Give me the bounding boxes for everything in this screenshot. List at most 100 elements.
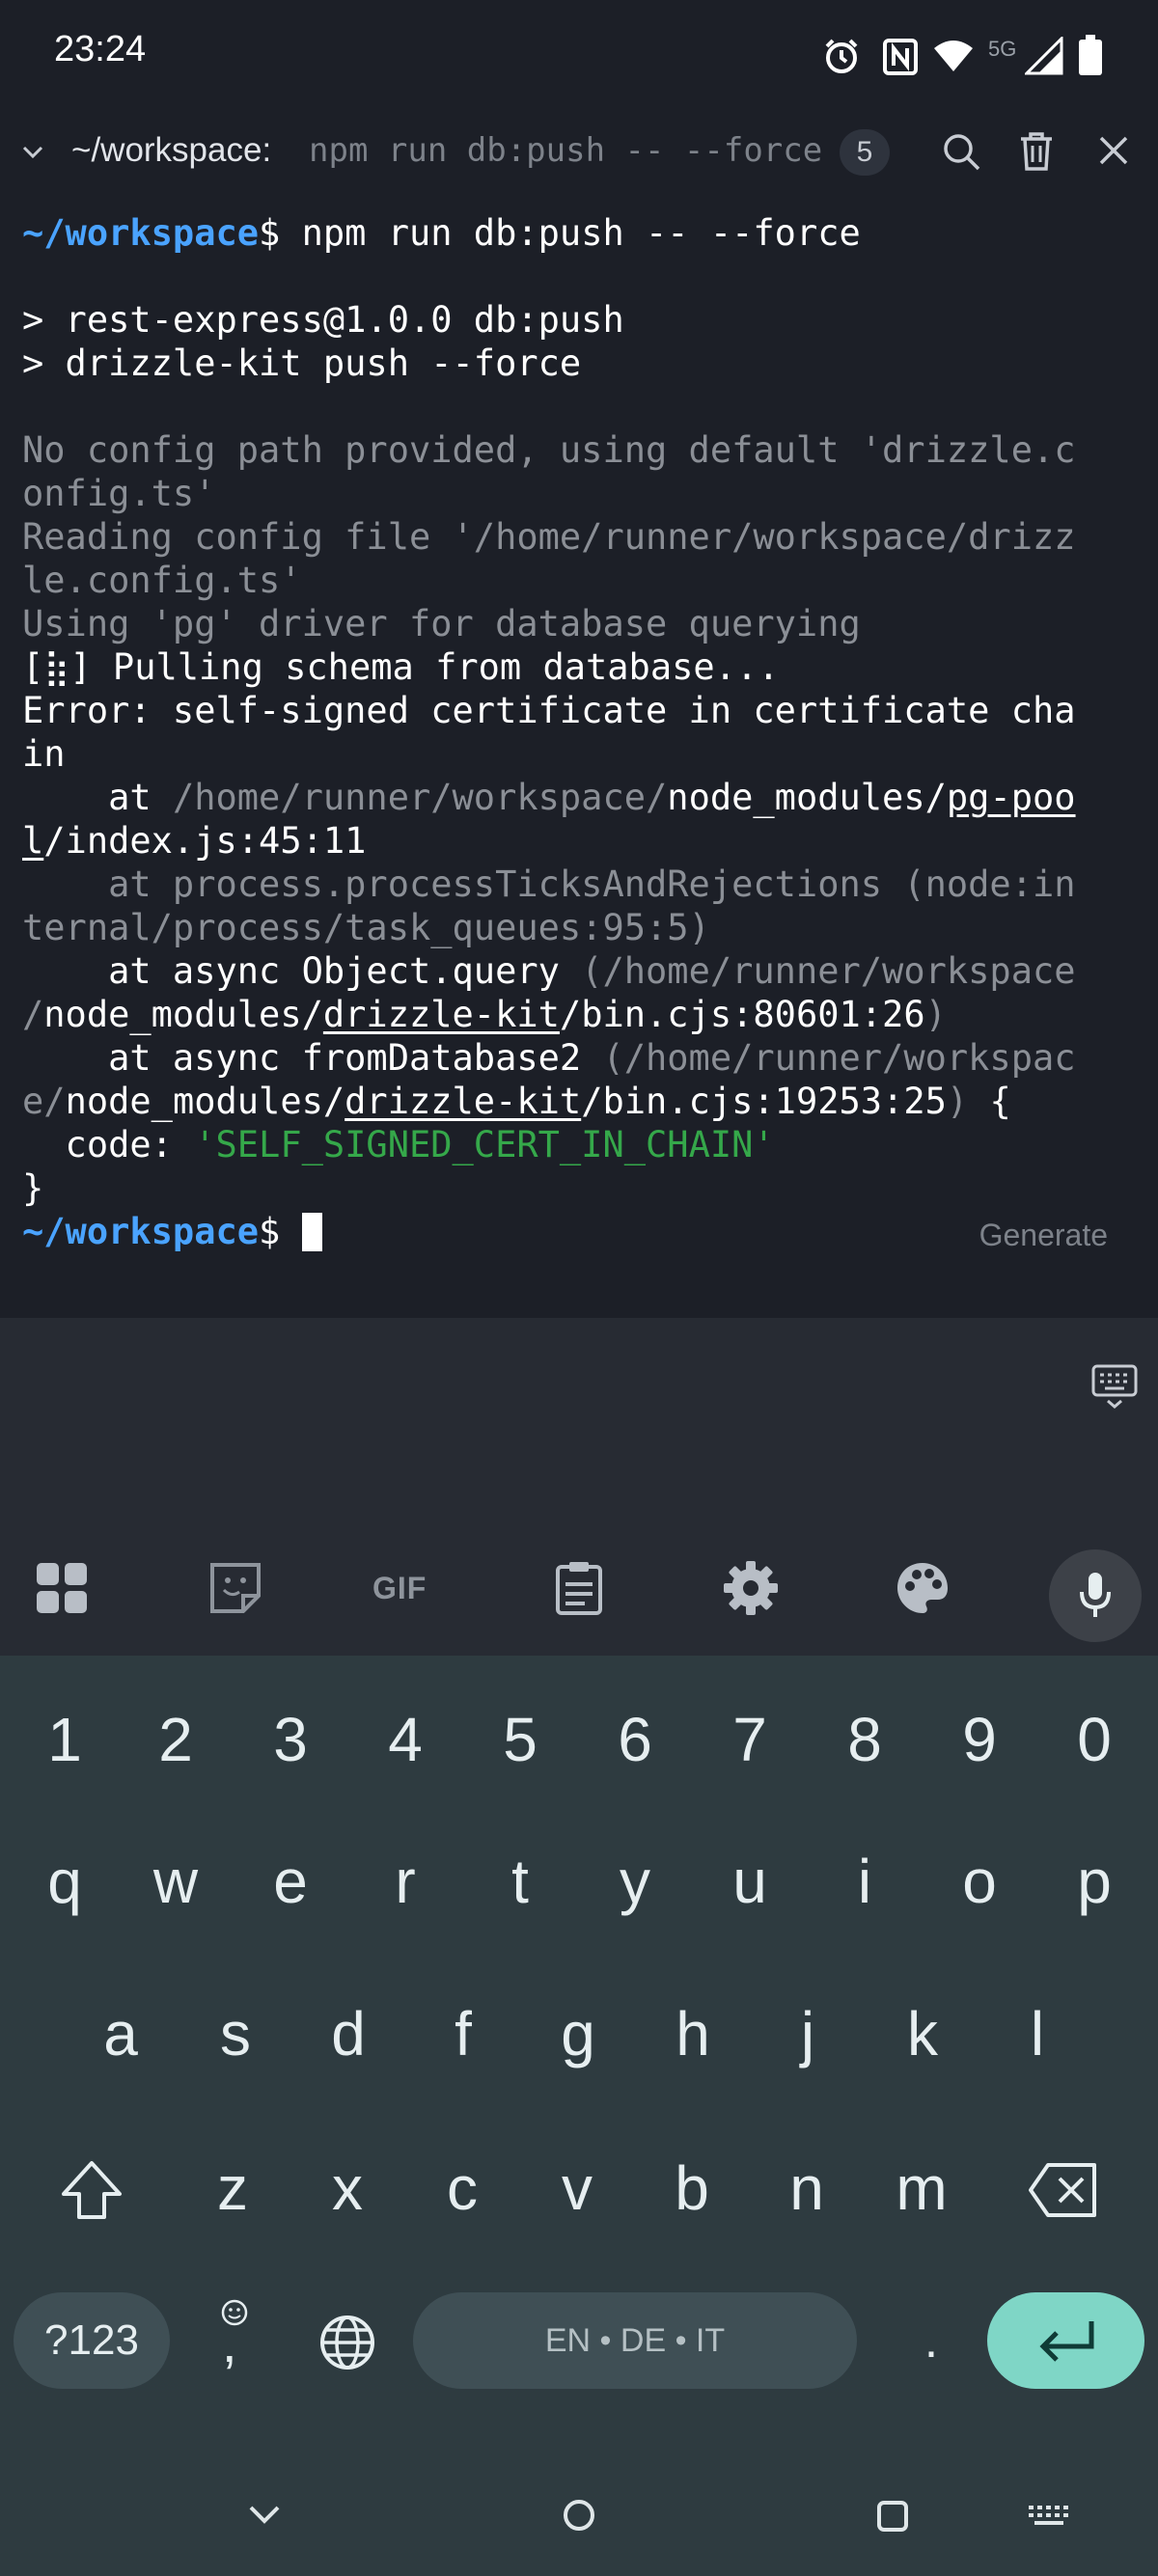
status-bar: 23:24 5G (0, 0, 1158, 116)
key[interactable]: 7 (697, 1682, 803, 1797)
key[interactable]: x (294, 2130, 400, 2246)
space-bar[interactable]: EN • DE • IT (413, 2292, 857, 2389)
entered-command: npm run db:push -- --force (280, 212, 861, 254)
nav-home-icon[interactable] (562, 2498, 596, 2533)
key[interactable]: f (410, 1976, 516, 2092)
system-nav-bar (0, 2413, 1158, 2576)
symbols-key[interactable]: ?123 (14, 2292, 170, 2389)
key[interactable]: o (926, 1823, 1033, 1939)
key[interactable]: w (123, 1823, 229, 1939)
output-line: Reading config file '/home/runner/worksp… (22, 516, 1076, 558)
key[interactable]: v (524, 2130, 630, 2246)
prompt-path: ~/workspace (22, 1211, 260, 1252)
sticker-icon[interactable] (207, 1559, 264, 1617)
key[interactable]: d (295, 1976, 401, 2092)
package-link[interactable]: l (22, 820, 43, 862)
output-line: > rest-express@1.0.0 db:push (22, 299, 624, 341)
key[interactable]: 3 (237, 1682, 344, 1797)
apps-grid-icon[interactable] (33, 1559, 91, 1617)
key[interactable]: 8 (812, 1682, 918, 1797)
cell-signal-icon (1025, 37, 1063, 75)
key[interactable]: q (12, 1823, 118, 1939)
key[interactable]: 0 (1041, 1682, 1147, 1797)
wifi-icon (934, 41, 973, 71)
gif-button[interactable]: GIF (372, 1571, 427, 1606)
enter-key[interactable] (987, 2292, 1144, 2389)
stack-line: at process.processTicksAndRejections (no… (22, 863, 1076, 905)
key[interactable]: u (697, 1823, 803, 1939)
key[interactable]: j (755, 1976, 861, 2092)
key[interactable]: 4 (352, 1682, 458, 1797)
trash-icon[interactable] (1018, 131, 1055, 172)
output-line: le.config.ts' (22, 560, 302, 601)
key[interactable]: n (754, 2130, 860, 2246)
enter-arrow-icon (1039, 2321, 1094, 2362)
network-type: 5G (988, 37, 1017, 61)
process-count-badge: 5 (840, 129, 890, 176)
key[interactable]: s (182, 1976, 289, 2092)
terminal-tab-header: ~/workspace: npm run db:push -- --force … (0, 116, 1158, 187)
chevron-down-icon[interactable] (21, 143, 44, 162)
clipboard-icon[interactable] (550, 1559, 608, 1617)
output-line: Using 'pg' driver for database querying (22, 603, 861, 644)
nav-recents-icon[interactable] (876, 2500, 909, 2533)
period-key[interactable]: . (907, 2292, 955, 2389)
key[interactable]: 2 (123, 1682, 229, 1797)
generate-button[interactable]: Generate (979, 1218, 1108, 1253)
text-cursor (301, 1213, 322, 1251)
search-icon[interactable] (941, 131, 981, 172)
output-line: > drizzle-kit push --force (22, 343, 582, 384)
settings-gear-icon[interactable] (722, 1559, 780, 1617)
key[interactable]: k (869, 1976, 976, 2092)
keyboard-hide-icon[interactable] (1090, 1362, 1139, 1411)
prompt-path: ~/workspace (22, 212, 260, 254)
palette-icon[interactable] (894, 1559, 951, 1617)
key[interactable]: 6 (582, 1682, 688, 1797)
stack-line: at async Object.query (/home/runner/work… (22, 950, 1076, 992)
key[interactable]: t (467, 1823, 573, 1939)
package-link[interactable]: drizzle-kit (323, 994, 560, 1035)
key[interactable]: g (525, 1976, 631, 2092)
stack-line: e/node_modules/drizzle-kit/bin.cjs:19253… (22, 1081, 1011, 1122)
prompt-symbol: $ (259, 212, 281, 254)
key[interactable]: 5 (467, 1682, 573, 1797)
comma-label: , (222, 2313, 237, 2373)
key[interactable]: i (812, 1823, 918, 1939)
key[interactable]: a (68, 1976, 174, 2092)
key[interactable]: p (1041, 1823, 1147, 1939)
output-line: [⣷] Pulling schema from database... (22, 646, 780, 688)
status-time: 23:24 (54, 29, 147, 69)
globe-icon[interactable] (318, 2314, 376, 2371)
nav-back-chevron-icon[interactable] (245, 2504, 284, 2527)
stack-line: at /home/runner/workspace/node_modules/p… (22, 777, 1076, 818)
key[interactable]: z (179, 2130, 286, 2246)
active-prompt-line[interactable]: ~/workspace$ (22, 1210, 322, 1253)
command-line: ~/workspace$ npm run db:push -- --force (22, 211, 861, 255)
comma-key[interactable]: , (214, 2298, 257, 2385)
key[interactable]: 9 (926, 1682, 1033, 1797)
key[interactable]: y (582, 1823, 688, 1939)
package-link[interactable]: drizzle-kit (345, 1081, 581, 1122)
key[interactable]: m (868, 2130, 975, 2246)
alarm-icon (825, 39, 858, 73)
shift-icon[interactable] (58, 2157, 125, 2225)
error-line: in (22, 733, 66, 775)
close-icon[interactable] (1098, 135, 1129, 166)
key[interactable]: b (639, 2130, 745, 2246)
key[interactable]: l (984, 1976, 1090, 2092)
key[interactable]: e (237, 1823, 344, 1939)
key[interactable]: r (352, 1823, 458, 1939)
key[interactable]: c (409, 2130, 515, 2246)
output-line: } (22, 1167, 44, 1209)
key[interactable]: 1 (12, 1682, 118, 1797)
package-link[interactable]: pg-poo (947, 777, 1076, 818)
stack-line: /node_modules/drizzle-kit/bin.cjs:80601:… (22, 994, 947, 1035)
error-line: Error: self-signed certificate in certif… (22, 690, 1076, 731)
tab-command: npm run db:push -- --force (309, 131, 823, 170)
backspace-icon[interactable] (1027, 2161, 1100, 2219)
voice-input-button[interactable] (1049, 1549, 1142, 1642)
terminal-output[interactable]: ~/workspace$ npm run db:push -- --force … (0, 187, 1158, 1318)
tab-path: ~/workspace: (71, 131, 272, 169)
keyboard-switcher-icon[interactable] (1027, 2504, 1073, 2529)
key[interactable]: h (640, 1976, 746, 2092)
